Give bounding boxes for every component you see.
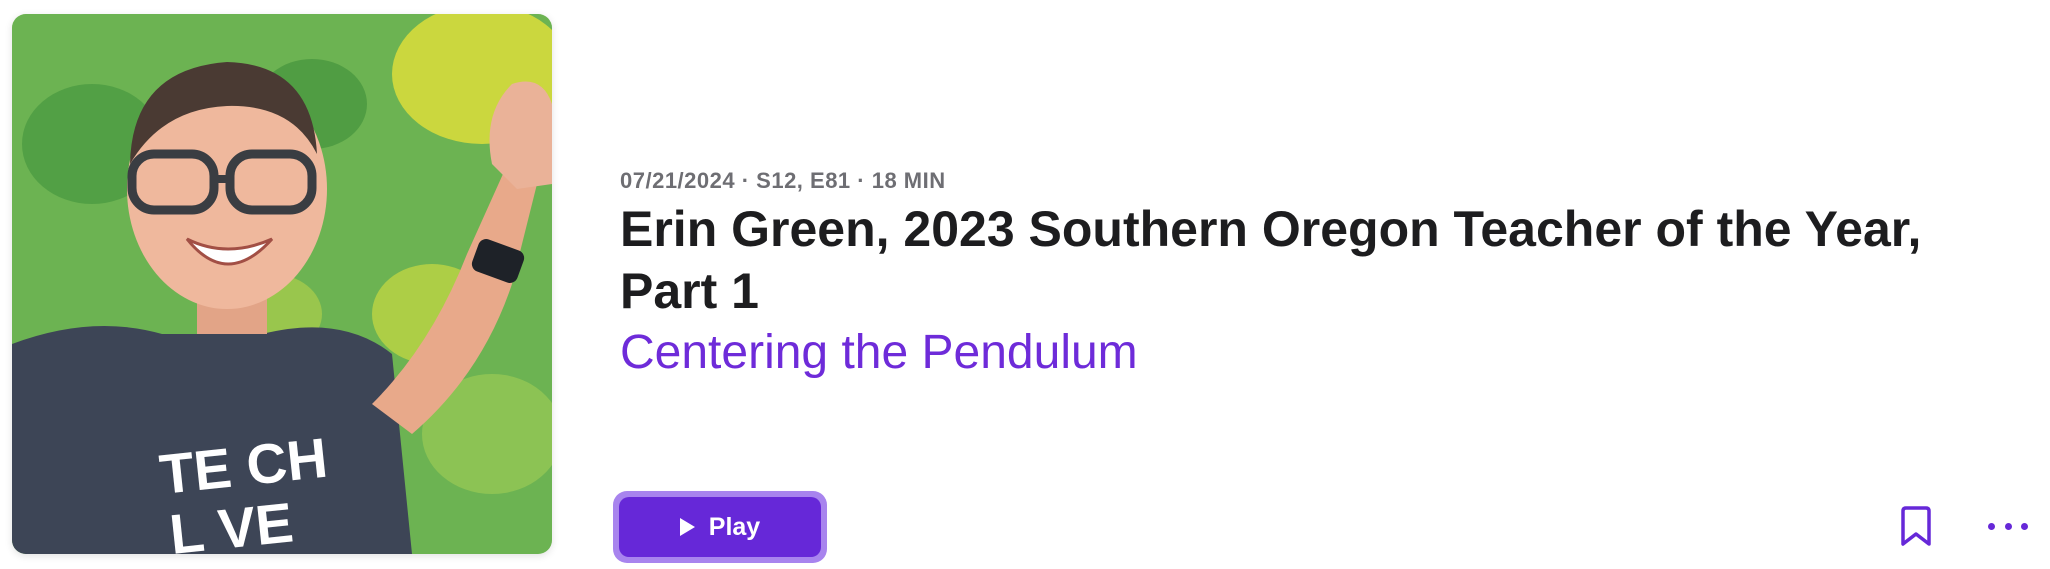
play-button[interactable]: Play bbox=[619, 497, 821, 557]
more-icon-dot bbox=[2021, 522, 2028, 530]
episode-title: Erin Green, 2023 Southern Oregon Teacher… bbox=[620, 201, 1922, 319]
more-options-button[interactable] bbox=[1988, 512, 2028, 540]
play-button-label: Play bbox=[708, 512, 761, 541]
episode-meta: 07/21/2024 · S12, E81 · 18 MIN bbox=[620, 168, 946, 193]
episode-artwork: TE CH L VE bbox=[12, 14, 552, 554]
more-icon bbox=[1988, 522, 1995, 530]
episode-header: TE CH L VE 07/21/2024 · S12, E81 · 18 MI… bbox=[0, 0, 2050, 569]
show-name-link[interactable]: Centering the Pendulum bbox=[620, 322, 1138, 384]
more-icon-dot bbox=[2004, 522, 2012, 530]
play-icon bbox=[679, 518, 695, 536]
artwork-image: TE CH L VE bbox=[12, 14, 552, 554]
bookmark-icon bbox=[1901, 506, 1931, 546]
bookmark-button[interactable] bbox=[1900, 505, 1932, 547]
play-button-focus-ring: Play bbox=[613, 491, 827, 563]
